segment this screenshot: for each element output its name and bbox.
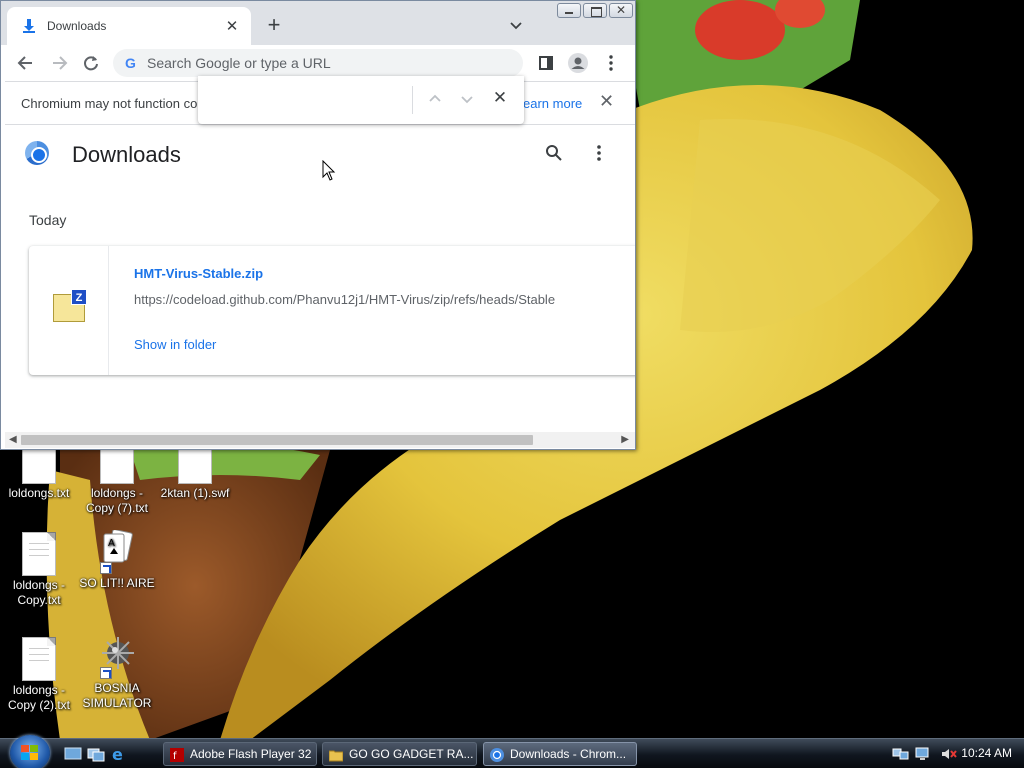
browser-menu-button[interactable] — [600, 52, 622, 74]
desktop-icon-label: loldongs - Copy.txt — [12, 578, 66, 607]
tab-close-icon[interactable]: ✕ — [223, 17, 241, 35]
scroll-right-arrow-icon[interactable]: ▶ — [621, 434, 629, 445]
start-button[interactable] — [10, 735, 50, 768]
svg-text:f: f — [173, 751, 177, 762]
tab-strip: Downloads ✕ + ✕ — [1, 1, 635, 45]
tab-downloads[interactable]: Downloads ✕ — [7, 7, 251, 45]
desktop-icon-loldongs-copy[interactable]: loldongs - Copy.txt — [0, 532, 78, 608]
internet-explorer-icon[interactable]: e — [110, 745, 128, 764]
show-desktop-icon[interactable] — [64, 746, 82, 762]
infobar-message: Chromium may not function co — [21, 96, 198, 111]
chromium-logo-icon — [25, 141, 49, 165]
find-previous-icon[interactable] — [426, 90, 444, 108]
mouse-cursor-icon — [322, 159, 336, 182]
taskbar-item-flash-player[interactable]: f Adobe Flash Player 32 — [163, 742, 317, 766]
back-arrow-icon — [17, 56, 32, 70]
taskbar-item-folder[interactable]: GO GO GADGET RA... — [322, 742, 477, 766]
switch-windows-icon[interactable] — [87, 746, 105, 762]
find-bar: ✕ — [198, 76, 524, 124]
browser-toolbar: G — [1, 45, 635, 79]
chromium-icon — [490, 747, 504, 762]
flash-icon: f — [170, 747, 184, 762]
shortcut-arrow-icon — [100, 667, 112, 679]
find-next-icon[interactable] — [458, 90, 476, 108]
browser-window: Downloads ✕ + ✕ G Search Google or type … — [0, 0, 636, 450]
show-in-folder-link[interactable]: Show in folder — [134, 337, 216, 352]
desktop-icon-label: loldongs - Copy (7).txt — [85, 486, 148, 515]
desktop-icon-loldongs-copy-7[interactable]: loldongs - Copy (7).txt — [78, 440, 156, 516]
volume-muted-icon[interactable] — [940, 746, 958, 762]
desktop-icon-loldongs-copy-2[interactable]: loldongs - Copy (2).txt — [0, 637, 78, 713]
find-input[interactable] — [206, 88, 406, 112]
download-icon — [21, 18, 37, 34]
desktop-icon-bosnia-simulator[interactable]: BOSNIA SIMULATOR — [78, 635, 156, 711]
shortcut-arrow-icon — [100, 562, 112, 574]
close-window-button[interactable]: ✕ — [609, 3, 633, 18]
desktop-icon-label: 2ktan (1).swf — [160, 486, 230, 500]
downloads-menu-icon[interactable] — [591, 142, 607, 164]
text-file-icon — [22, 532, 56, 576]
forward-arrow-icon — [53, 56, 68, 70]
scroll-left-arrow-icon[interactable]: ◀ — [9, 434, 17, 445]
tab-title: Downloads — [47, 19, 107, 33]
address-input[interactable] — [147, 55, 523, 71]
system-tray: 10:24 AM — [870, 739, 1024, 768]
folder-icon — [328, 747, 344, 762]
back-button[interactable] — [15, 52, 37, 74]
zip-file-icon: Z — [53, 289, 87, 322]
downloads-header: Downloads — [5, 126, 635, 182]
kebab-menu-icon — [609, 55, 613, 71]
tab-search-chevron-icon[interactable] — [507, 17, 525, 35]
omnibox[interactable]: G — [113, 49, 523, 77]
window-controls: ✕ — [557, 3, 633, 18]
desktop-icon-label: BOSNIA SIMULATOR — [82, 681, 152, 710]
svg-text:A: A — [108, 538, 115, 549]
taskbar: e f Adobe Flash Player 32 GO GO GADGET R… — [0, 735, 1024, 768]
desktop-icon-label: loldongs.txt — [8, 486, 70, 500]
download-source-url[interactable]: https://codeload.github.com/Phanvu12j1/H… — [134, 292, 555, 307]
side-panel-button[interactable] — [535, 52, 557, 74]
mine-icon — [100, 635, 134, 679]
network-icon[interactable] — [892, 746, 910, 762]
taskbar-item-downloads-chromium[interactable]: Downloads - Chrom... — [483, 742, 637, 766]
infobar-close-icon[interactable]: ✕ — [599, 91, 614, 112]
windows-logo-icon — [21, 745, 39, 761]
desktop-icon-label: SO LIT!! AIRE — [79, 576, 155, 590]
scrollbar-thumb[interactable] — [21, 435, 533, 445]
maximize-button[interactable] — [583, 3, 607, 18]
display-icon[interactable] — [914, 746, 932, 762]
download-filename-link[interactable]: HMT-Virus-Stable.zip — [134, 266, 263, 281]
downloads-page: Downloads Today Z HMT-Virus-Stable.zip h… — [5, 126, 635, 432]
new-tab-button[interactable]: + — [263, 14, 285, 36]
task-label: GO GO GADGET RA... — [349, 747, 474, 761]
find-close-icon[interactable]: ✕ — [491, 88, 509, 107]
google-g-icon: G — [125, 55, 136, 71]
page-title: Downloads — [72, 142, 181, 167]
playing-cards-icon: A — [100, 529, 134, 574]
profile-button[interactable] — [567, 52, 589, 74]
search-downloads-icon[interactable] — [545, 144, 563, 162]
reload-button[interactable] — [80, 52, 102, 74]
forward-button[interactable] — [48, 52, 70, 74]
find-divider — [412, 86, 413, 114]
date-section-label: Today — [29, 212, 67, 228]
svg-text:e: e — [112, 746, 123, 762]
file-icon-column: Z — [29, 246, 109, 375]
download-item-card: Z HMT-Virus-Stable.zip https://codeload.… — [29, 246, 635, 375]
reload-icon — [84, 56, 98, 71]
side-panel-icon — [539, 56, 553, 70]
task-label: Downloads - Chrom... — [510, 747, 627, 761]
clock[interactable]: 10:24 AM — [961, 746, 1012, 760]
desktop-icon-label: loldongs - Copy (2).txt — [7, 683, 70, 712]
horizontal-scrollbar[interactable]: ◀ ▶ — [5, 432, 635, 448]
text-file-icon — [22, 637, 56, 681]
profile-avatar-icon — [568, 53, 588, 73]
desktop-icon-so-lit-aire[interactable]: A SO LIT!! AIRE — [78, 529, 156, 591]
learn-more-link[interactable]: earn more — [523, 96, 582, 111]
minimize-button[interactable] — [557, 3, 581, 18]
task-label: Adobe Flash Player 32 — [190, 747, 312, 761]
